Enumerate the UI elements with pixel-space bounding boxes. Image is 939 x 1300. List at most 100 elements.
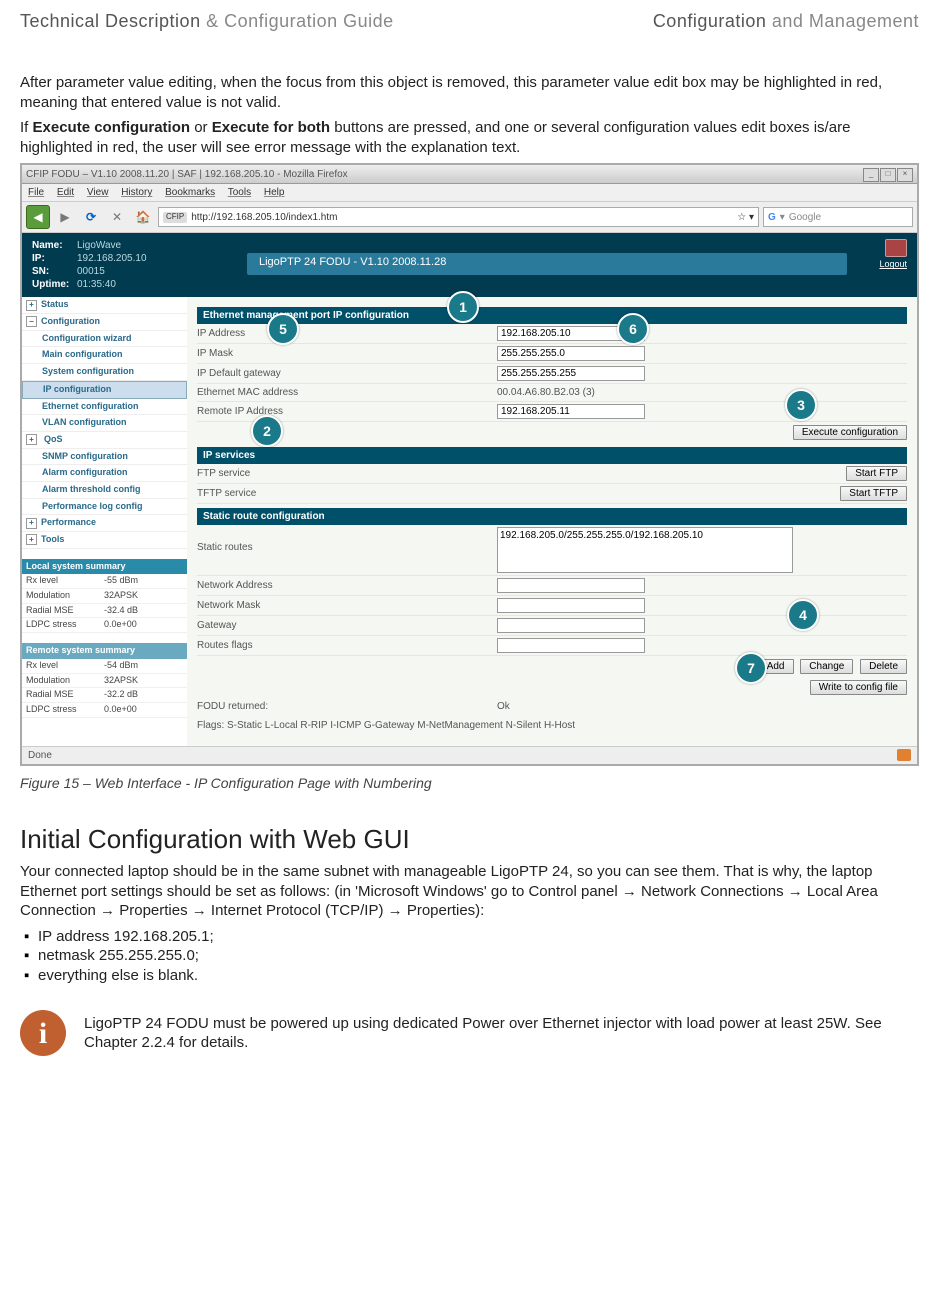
dev-ip: 192.168.205.10 xyxy=(77,253,147,264)
tree-performance[interactable]: + Performance xyxy=(22,515,187,532)
sum-label: Modulation xyxy=(26,590,104,602)
tree-tools[interactable]: +Tools xyxy=(22,532,187,549)
tree-configuration[interactable]: −Configuration xyxy=(22,314,187,331)
tree-wizard[interactable]: Configuration wizard xyxy=(22,331,187,348)
routes-flags-label: Routes flags xyxy=(197,639,497,652)
ip-gateway-label: IP Default gateway xyxy=(197,367,497,380)
minimize-button[interactable]: _ xyxy=(863,168,879,182)
status-bar: Done xyxy=(22,746,917,764)
tree-qos[interactable]: + QoS xyxy=(22,432,187,449)
gateway-input[interactable] xyxy=(497,618,645,633)
reload-button[interactable]: ⟳ xyxy=(80,206,102,228)
ip-gateway-input[interactable] xyxy=(497,366,645,381)
tree-performance-label: Performance xyxy=(41,517,96,529)
tree-system-config[interactable]: System configuration xyxy=(22,364,187,381)
paragraph-3: Your connected laptop should be in the s… xyxy=(20,862,919,921)
table-row: Modulation32APSK xyxy=(22,674,187,689)
p2-mid: or xyxy=(190,119,212,136)
local-summary-header: Local system summary xyxy=(22,559,187,575)
ip-mask-input[interactable] xyxy=(497,346,645,361)
tree-main-config[interactable]: Main configuration xyxy=(22,347,187,364)
section-header-ip-services: IP services xyxy=(197,447,907,464)
logout-icon xyxy=(885,239,907,257)
execute-configuration-button[interactable]: Execute configuration xyxy=(793,425,907,440)
expand-icon[interactable]: + xyxy=(26,518,37,529)
note-text: LigoPTP 24 FODU must be powered up using… xyxy=(84,1014,919,1053)
row-routes-flags: Routes flags xyxy=(197,636,907,656)
expand-icon[interactable]: + xyxy=(26,534,37,545)
section-heading: Initial Configuration with Web GUI xyxy=(20,823,919,857)
tree-threshold[interactable]: Alarm threshold config xyxy=(22,482,187,499)
static-routes-textarea[interactable]: 192.168.205.0/255.255.255.0/192.168.205.… xyxy=(497,527,793,573)
table-row: Modulation32APSK xyxy=(22,589,187,604)
back-button[interactable]: ◀ xyxy=(26,205,50,229)
main-content: 1 5 6 3 2 4 7 Ethernet management port I… xyxy=(187,297,917,746)
network-mask-input[interactable] xyxy=(497,598,645,613)
expand-icon[interactable]: + xyxy=(26,434,37,445)
sum-label: Radial MSE xyxy=(26,689,104,701)
window-titlebar[interactable]: CFIP FODU – V1.10 2008.11.20 | SAF | 192… xyxy=(22,165,917,184)
close-button[interactable]: × xyxy=(897,168,913,182)
gateway-label: Gateway xyxy=(197,619,497,632)
delete-button[interactable]: Delete xyxy=(860,659,907,674)
home-button[interactable]: 🏠 xyxy=(132,206,154,228)
remote-summary-header: Remote system summary xyxy=(22,643,187,659)
tree-eth-config[interactable]: Ethernet configuration xyxy=(22,399,187,416)
collapse-icon[interactable]: − xyxy=(26,316,37,327)
sum-value: -32.4 dB xyxy=(104,605,138,617)
sum-label: Modulation xyxy=(26,675,104,687)
row-tftp: TFTP serviceStart TFTP xyxy=(197,484,907,504)
dev-ip-lbl: IP: xyxy=(32,252,77,265)
menu-view[interactable]: View xyxy=(87,187,109,198)
menu-tools[interactable]: Tools xyxy=(228,187,251,198)
logout-area[interactable]: Logout xyxy=(879,239,907,271)
menu-edit[interactable]: Edit xyxy=(57,187,74,198)
table-row: LDPC stress0.0e+00 xyxy=(22,618,187,633)
stop-button[interactable]: ✕ xyxy=(106,206,128,228)
tree-vlan-config[interactable]: VLAN configuration xyxy=(22,415,187,432)
start-ftp-button[interactable]: Start FTP xyxy=(846,466,907,481)
tree-snmp[interactable]: SNMP configuration xyxy=(22,449,187,466)
write-config-button[interactable]: Write to config file xyxy=(810,680,907,695)
network-address-input[interactable] xyxy=(497,578,645,593)
dev-up-lbl: Uptime: xyxy=(32,278,77,291)
paragraph-2: If Execute configuration or Execute for … xyxy=(20,118,919,157)
tree-status[interactable]: +Status xyxy=(22,297,187,314)
tree-alarm[interactable]: Alarm configuration xyxy=(22,465,187,482)
menu-bookmarks[interactable]: Bookmarks xyxy=(165,187,215,198)
p2-bold-2: Execute for both xyxy=(212,119,330,136)
app-header: Name:LigoWave IP:192.168.205.10 SN:00015… xyxy=(22,233,917,297)
sum-value: 0.0e+00 xyxy=(104,704,137,716)
sum-label: LDPC stress xyxy=(26,704,104,716)
forward-button[interactable]: ▶ xyxy=(54,206,76,228)
tree-ip-config[interactable]: IP configuration xyxy=(22,381,187,399)
tree-qos-label: QoS xyxy=(44,434,63,446)
menu-history[interactable]: History xyxy=(121,187,152,198)
logout-link[interactable]: Logout xyxy=(879,259,907,269)
sum-label: Rx level xyxy=(26,660,104,672)
menu-help[interactable]: Help xyxy=(264,187,285,198)
dev-name: LigoWave xyxy=(77,240,121,251)
maximize-button[interactable]: □ xyxy=(880,168,896,182)
start-tftp-button[interactable]: Start TFTP xyxy=(840,486,907,501)
table-row: Rx level-55 dBm xyxy=(22,574,187,589)
network-address-label: Network Address xyxy=(197,579,497,592)
browser-window: CFIP FODU – V1.10 2008.11.20 | SAF | 192… xyxy=(20,163,919,766)
routes-flags-input[interactable] xyxy=(497,638,645,653)
change-button[interactable]: Change xyxy=(800,659,853,674)
tree-perflog[interactable]: Performance log config xyxy=(22,499,187,516)
info-icon: i xyxy=(20,1010,66,1056)
search-box[interactable]: G▾ Google xyxy=(763,207,913,227)
note-box: i LigoPTP 24 FODU must be powered up usi… xyxy=(20,1010,919,1056)
device-info: Name:LigoWave IP:192.168.205.10 SN:00015… xyxy=(32,239,147,291)
url-box[interactable]: CFIP http://192.168.205.10/index1.htm ☆ … xyxy=(158,207,759,227)
sidebar: +Status −Configuration Configuration wiz… xyxy=(22,297,187,746)
expand-icon[interactable]: + xyxy=(26,300,37,311)
sum-label: Rx level xyxy=(26,575,104,587)
status-text: Done xyxy=(28,749,52,762)
p2-bold-1: Execute configuration xyxy=(33,119,191,136)
table-row: LDPC stress0.0e+00 xyxy=(22,703,187,718)
remote-ip-input[interactable] xyxy=(497,404,645,419)
header-right-dark: Configuration xyxy=(653,11,767,31)
menu-file[interactable]: File xyxy=(28,187,44,198)
